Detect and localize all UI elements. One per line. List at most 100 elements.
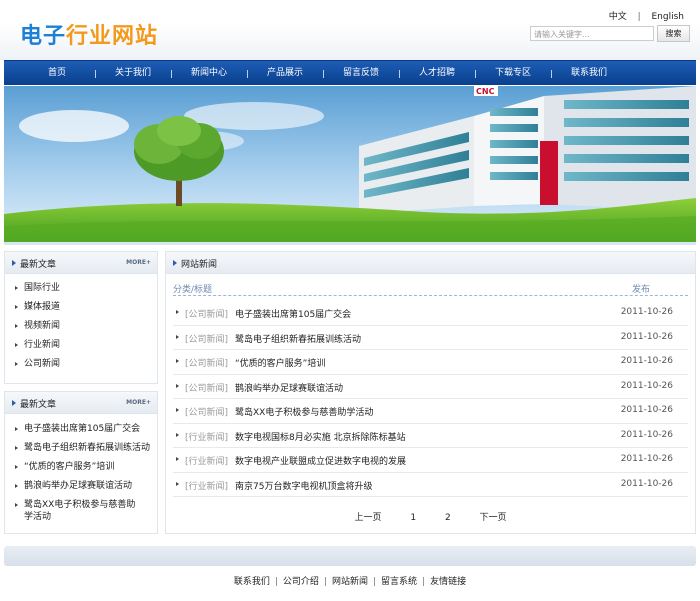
column-header-category-title: 分类/标题 — [173, 285, 213, 295]
category-link[interactable]: 媒体报道 — [14, 301, 157, 313]
footer-separator: | — [323, 577, 327, 587]
footer-separator: | — [373, 577, 377, 587]
panel-header: 最新文章 MORE+ — [5, 392, 157, 414]
footer-link-friends[interactable]: 友情链接 — [430, 577, 466, 587]
nav-item-downloads[interactable]: 下载专区 — [475, 61, 551, 86]
news-category[interactable]: [公司新闻] — [185, 307, 228, 320]
footer-link-about[interactable]: 公司介绍 — [283, 577, 319, 587]
lang-english-link[interactable]: English — [652, 12, 685, 22]
category-link[interactable]: 视频新闻 — [14, 320, 157, 332]
news-category[interactable]: [公司新闻] — [185, 381, 228, 394]
category-link[interactable]: 行业新闻 — [14, 339, 157, 351]
article-link[interactable]: “优质的客户服务”培训 — [14, 461, 157, 473]
category-link[interactable]: 公司新闻 — [14, 358, 157, 370]
building-sign: CNC — [476, 87, 495, 96]
hero-banner: CNC — [4, 86, 696, 245]
news-row[interactable]: [公司新闻] 鹭岛电子组织新春拓展训练活动 2011-10-26 — [173, 326, 688, 350]
news-date: 2011-10-26 — [620, 454, 673, 464]
column-header-publish: 发布 — [631, 285, 650, 295]
news-category[interactable]: [行业新闻] — [185, 479, 228, 492]
news-row[interactable]: [行业新闻] 数字电视国标8月必实施 北京拆除陈标基站 2011-10-26 — [173, 424, 688, 448]
news-title[interactable]: 南京75万台数字电视机顶盒将升级 — [235, 479, 372, 492]
news-title[interactable]: 数字电视产业联盟成立促进数字电视的发展 — [235, 454, 406, 467]
news-title[interactable]: “优质的客户服务”培训 — [235, 356, 325, 369]
main-nav: 首页 关于我们 新闻中心 产品展示 留言反馈 人才招聘 下载专区 联系我们 — [4, 60, 696, 85]
article-link[interactable]: 鹭岛电子组织新春拓展训练活动 — [14, 442, 157, 454]
footer-bar — [4, 546, 696, 566]
news-table-header: 分类/标题 发布 — [173, 282, 688, 296]
nav-item-jobs[interactable]: 人才招聘 — [399, 61, 475, 86]
news-row[interactable]: [行业新闻] 数字电视产业联盟成立促进数字电视的发展 2011-10-26 — [173, 448, 688, 473]
news-title[interactable]: 数字电视国标8月必实施 北京拆除陈标基站 — [235, 430, 406, 443]
site-news-panel: 网站新闻 分类/标题 发布 [公司新闻] 电子盛装出席第105届广交会 2011… — [165, 251, 696, 534]
triangle-right-icon — [176, 310, 179, 314]
news-title[interactable]: 鹊浪屿举办足球赛联谊活动 — [235, 381, 343, 394]
news-date: 2011-10-26 — [620, 405, 673, 415]
news-category[interactable]: [公司新闻] — [185, 356, 228, 369]
triangle-right-icon — [176, 432, 179, 437]
triangle-right-icon — [176, 359, 179, 363]
nav-item-feedback[interactable]: 留言反馈 — [323, 61, 399, 86]
news-category[interactable]: [行业新闻] — [185, 454, 228, 467]
news-date: 2011-10-26 — [620, 478, 673, 489]
triangle-right-icon — [176, 408, 179, 412]
news-date: 2011-10-26 — [620, 380, 673, 391]
page-link[interactable]: 1 — [410, 513, 416, 523]
nav-item-products[interactable]: 产品展示 — [247, 61, 323, 86]
sidebar-categories-panel: 最新文章 MORE+ 国际行业 媒体报道 视频新闻 行业新闻 公司新闻 — [4, 251, 158, 384]
news-category[interactable]: [公司新闻] — [185, 332, 228, 345]
search-input[interactable]: 请输入关键字... — [530, 26, 654, 41]
news-row[interactable]: [公司新闻] “优质的客户服务”培训 2011-10-26 — [173, 350, 688, 375]
prev-page-link[interactable]: 上一页 — [354, 513, 381, 523]
news-title[interactable]: 鹭岛电子组织新春拓展训练活动 — [235, 332, 361, 345]
site-header: 电子行业网站 中文 | English 请输入关键字... 搜索 — [0, 0, 700, 60]
news-date: 2011-10-26 — [620, 307, 673, 317]
triangle-right-icon — [176, 481, 179, 486]
news-row[interactable]: [公司新闻] 鹊浪屿举办足球赛联谊活动 2011-10-26 — [173, 375, 688, 399]
nav-item-contact[interactable]: 联系我们 — [551, 61, 627, 86]
site-logo[interactable]: 电子行业网站 — [20, 18, 158, 50]
nav-item-news[interactable]: 新闻中心 — [171, 61, 247, 86]
more-link[interactable]: MORE+ — [126, 399, 151, 406]
lang-separator: | — [637, 12, 641, 22]
footer-link-guestbook[interactable]: 留言系统 — [381, 577, 417, 587]
news-category[interactable]: [行业新闻] — [185, 430, 228, 443]
lang-chinese-link[interactable]: 中文 — [609, 12, 627, 22]
logo-text-part2: 行业网站 — [66, 24, 159, 49]
footer-link-news[interactable]: 网站新闻 — [332, 577, 368, 587]
article-link[interactable]: 鹭岛XX电子积极参与慈善助学活动 — [14, 499, 142, 523]
footer-separator: | — [422, 577, 426, 587]
triangle-right-icon — [12, 260, 16, 266]
news-title[interactable]: 鹭岛XX电子积极参与慈善助学活动 — [235, 405, 373, 418]
footer-links: 联系我们 | 公司介绍 | 网站新闻 | 留言系统 | 友情链接 — [0, 574, 700, 587]
article-link[interactable]: 鹊浪屿举办足球赛联谊活动 — [14, 480, 157, 492]
search-button[interactable]: 搜索 — [657, 25, 690, 42]
nav-item-home[interactable]: 首页 — [19, 61, 95, 86]
panel-header: 网站新闻 — [166, 252, 695, 274]
page-link[interactable]: 2 — [445, 513, 451, 523]
triangle-right-icon — [176, 457, 179, 461]
next-page-link[interactable]: 下一页 — [480, 513, 507, 523]
article-link[interactable]: 电子盛装出席第105届广交会 — [14, 423, 157, 435]
banner-image: CNC — [4, 86, 696, 245]
news-date: 2011-10-26 — [620, 356, 673, 366]
news-title[interactable]: 电子盛装出席第105届广交会 — [235, 307, 351, 320]
panel-title: 网站新闻 — [181, 260, 218, 270]
logo-text-part1: 电子 — [20, 24, 67, 49]
news-row[interactable]: [公司新闻] 电子盛装出席第105届广交会 2011-10-26 — [173, 301, 688, 326]
category-link[interactable]: 国际行业 — [14, 282, 157, 294]
more-link[interactable]: MORE+ — [126, 259, 151, 266]
news-category[interactable]: [公司新闻] — [185, 405, 228, 418]
sidebar-latest-articles-panel: 最新文章 MORE+ 电子盛装出席第105届广交会 鹭岛电子组织新春拓展训练活动… — [4, 391, 158, 534]
news-row[interactable]: [行业新闻] 南京75万台数字电视机顶盒将升级 2011-10-26 — [173, 473, 688, 497]
language-switch: 中文 | English — [601, 9, 684, 22]
panel-header: 最新文章 MORE+ — [5, 252, 157, 274]
news-row[interactable]: [公司新闻] 鹭岛XX电子积极参与慈善助学活动 2011-10-26 — [173, 399, 688, 424]
news-date: 2011-10-26 — [620, 331, 673, 342]
footer-link-contact[interactable]: 联系我们 — [234, 577, 270, 587]
triangle-right-icon — [176, 383, 179, 388]
nav-item-about[interactable]: 关于我们 — [95, 61, 171, 86]
triangle-right-icon — [173, 260, 177, 266]
news-date: 2011-10-26 — [620, 429, 673, 440]
footer-separator: | — [274, 577, 278, 587]
